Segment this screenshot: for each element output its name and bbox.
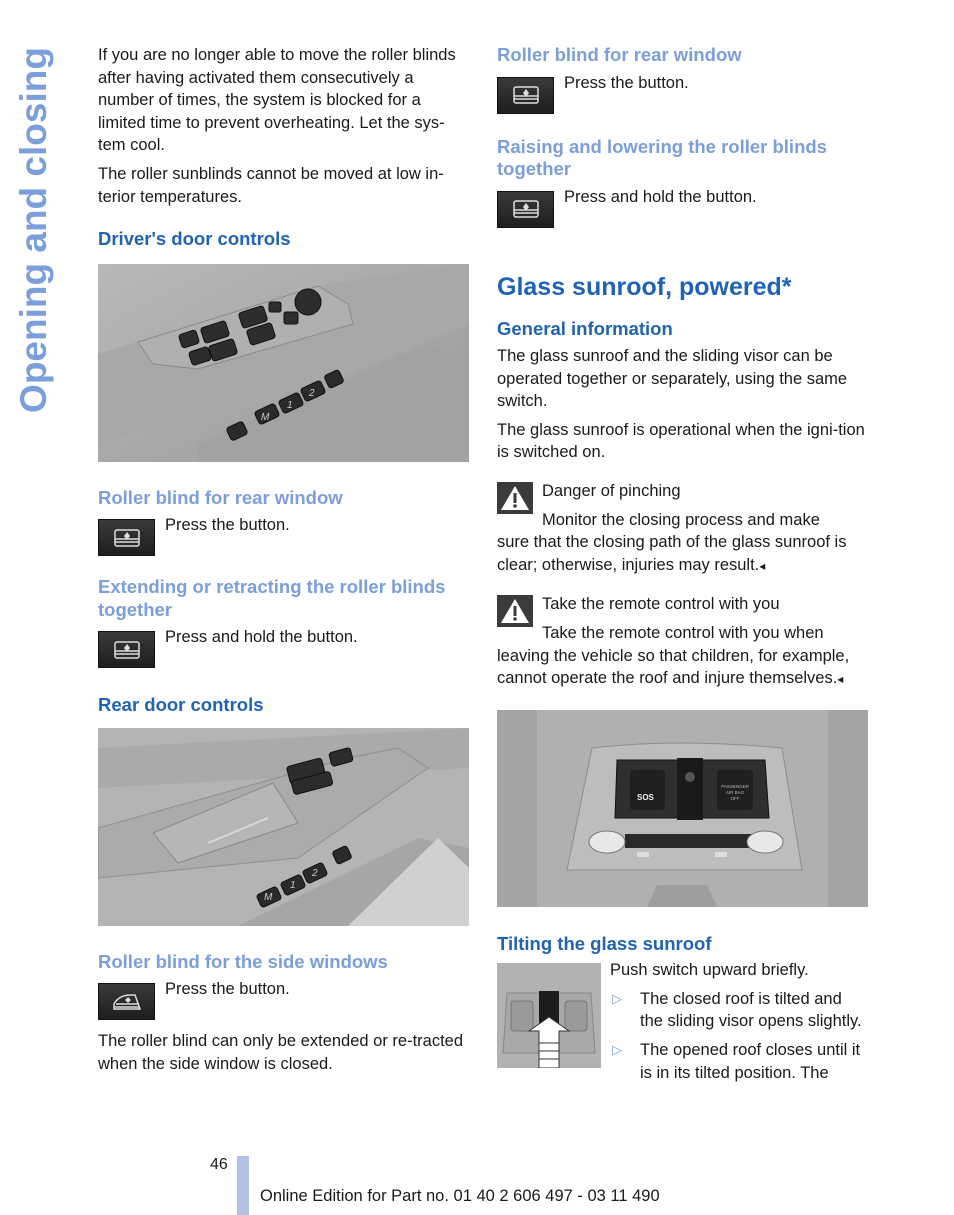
warning-remote-title: Take the remote control with you (542, 595, 780, 614)
side-window-blind-icon (98, 983, 155, 1021)
general-info-paragraph-1: The glass sunroof and the sliding visor … (497, 347, 848, 411)
left-column: If you are no longer able to move the ro… (98, 44, 470, 1081)
side-windows-blind-heading: Roller blind for the side windows (98, 950, 388, 972)
tilting-bullets: ▷ The closed roof is tilted and the slidi… (610, 988, 869, 1084)
left-rear-blind-row: Press the button. (98, 516, 470, 557)
right-rear-blind-instruction: Press the button. (564, 73, 689, 92)
rear-window-blind-icon (98, 519, 155, 557)
warning-pinching-first-line: Monitor the closing process and make (542, 510, 820, 529)
airbag-label-line-2: AIR BAG (726, 790, 745, 795)
rear-door-illustration: M 1 2 (98, 727, 469, 926)
intro-paragraph-2: The roller sunblinds cannot be moved at … (98, 164, 444, 206)
raise-lower-heading: Raising and lowering the roller blinds t… (497, 135, 827, 180)
end-mark-icon: ◂ (759, 558, 766, 573)
raise-lower-row: Press and hold the button. (497, 188, 869, 228)
section-title: Glass sunroof, powered* (497, 272, 792, 301)
warning-triangle-icon (497, 595, 533, 628)
list-item: ▷ The opened roof closes until it is in i… (610, 1039, 869, 1084)
rear-door-figure: M 1 2 (98, 727, 469, 926)
right-rear-blind-heading: Roller blind for rear window (497, 44, 742, 65)
bullet-text: The opened roof closes until it is in it… (640, 1041, 861, 1082)
rear-memory-label-m: M (264, 892, 273, 903)
rear-window-blind-icon (98, 631, 155, 669)
warning-pinching: Danger of pinching Monitor the closing p… (497, 480, 869, 577)
page-number: 46 (210, 1156, 228, 1173)
sos-label: SOS (637, 793, 655, 802)
memory-label-m: M (261, 412, 270, 423)
side-windows-blind-row: Press the button. (98, 980, 470, 1021)
extend-retract-heading: Extending or retracting the roller blind… (98, 576, 446, 620)
warning-remote-body: leaving the vehicle so that children, fo… (497, 645, 869, 691)
rear-memory-label-2: 2 (311, 868, 318, 879)
rear-window-blind-icon (497, 190, 554, 228)
overhead-console-illustration: SOS PASSENGER AIR BAG OFF (497, 709, 868, 907)
tilting-text: Push switch upward briefly. ▷ The closed … (610, 961, 869, 1090)
rear-window-blind-icon (497, 76, 554, 114)
tilting-heading: Tilting the glass sunroof (497, 932, 712, 954)
left-rear-blind-instruction: Press the button. (165, 516, 290, 535)
rear-door-heading: Rear door controls (98, 694, 264, 716)
extend-retract-instruction: Press and hold the button. (165, 628, 358, 647)
warning-remote-first-line: Take the remote control with you when (542, 623, 824, 642)
left-rear-blind-heading: Roller blind for rear window (98, 486, 343, 508)
side-windows-blind-instruction: Press the button. (165, 980, 290, 999)
tilting-switch-illustration (497, 963, 601, 1069)
rear-memory-label-1: 1 (290, 880, 296, 891)
footer-bar (237, 1156, 249, 1215)
warning-remote: Take the remote control with you Take th… (497, 593, 869, 690)
side-windows-note: The roller blind can only be extended or… (98, 1032, 464, 1073)
drivers-door-heading: Driver's door controls (98, 228, 291, 250)
warning-pinching-text: sure that the closing path of the glass … (497, 533, 847, 574)
chapter-title: Opening and closing (13, 47, 54, 413)
right-rear-blind-row: Press the button. (497, 74, 869, 114)
warning-pinching-title: Danger of pinching (542, 481, 681, 500)
memory-label-2: 2 (308, 388, 315, 399)
drivers-door-figure: M 1 2 (98, 263, 469, 462)
edition-text: Online Edition for Part no. 01 40 2 606 … (260, 1187, 660, 1205)
overhead-console-figure: SOS PASSENGER AIR BAG OFF (497, 709, 868, 907)
airbag-label-line-1: PASSENGER (721, 784, 749, 789)
general-info-heading: General information (497, 317, 673, 339)
memory-label-1: 1 (287, 400, 293, 411)
warning-triangle-icon (497, 481, 533, 514)
warning-remote-text: leaving the vehicle so that children, fo… (497, 646, 850, 688)
triangle-bullet-icon: ▷ (612, 990, 622, 1006)
tilting-figure (497, 963, 601, 1069)
intro-paragraph-1: If you are no longer able to move the ro… (98, 46, 456, 155)
extend-retract-row: Press and hold the button. (98, 628, 470, 669)
right-column: Roller blind for rear window Press the b… (497, 44, 869, 1090)
general-info-paragraph-2: The glass sunroof is operational when th… (497, 420, 865, 462)
warning-pinching-body: sure that the closing path of the glass … (497, 531, 869, 577)
triangle-bullet-icon: ▷ (612, 1042, 622, 1057)
bullet-text: The closed roof is tilted and the slidin… (640, 989, 862, 1031)
end-mark-icon: ◂ (837, 672, 844, 687)
tilting-content: Push switch upward briefly. ▷ The closed … (497, 961, 869, 1090)
list-item: ▷ The closed roof is tilted and the slidi… (610, 988, 869, 1033)
airbag-label-line-3: OFF (731, 796, 740, 801)
drivers-door-illustration: M 1 2 (98, 263, 469, 462)
tilting-intro: Push switch upward briefly. (610, 961, 809, 980)
chapter-title-vertical: Opening and closing (8, 40, 60, 420)
raise-lower-instruction: Press and hold the button. (564, 187, 757, 206)
